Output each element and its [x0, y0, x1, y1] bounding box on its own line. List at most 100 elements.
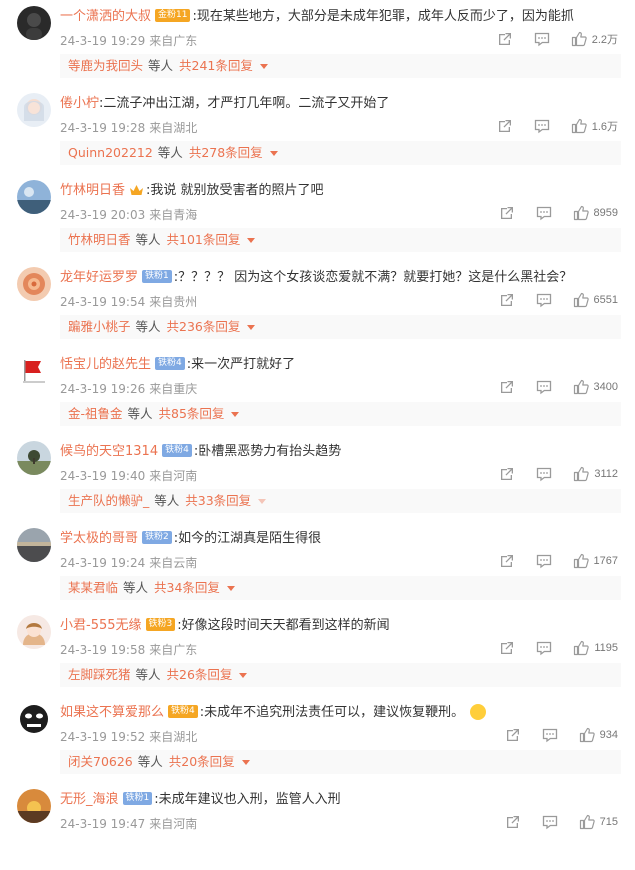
like-button[interactable] — [578, 813, 596, 831]
fan-badge[interactable]: 铁粉1 — [122, 792, 153, 805]
avatar-image — [17, 789, 51, 823]
reply-username[interactable]: 生产队的懒驴_ — [68, 493, 149, 508]
reply-summary[interactable]: 蹁雅小桃子 等人 共236条回复 — [60, 315, 621, 339]
reply-summary[interactable]: 某某君临 等人 共34条回复 — [60, 576, 621, 600]
reply-count-link[interactable]: 共20条回复 — [169, 754, 235, 769]
share-button[interactable] — [498, 378, 516, 396]
like-button[interactable] — [572, 378, 590, 396]
reply-count-link[interactable]: 共278条回复 — [189, 145, 263, 160]
chevron-down-icon[interactable] — [259, 64, 268, 69]
fan-badge[interactable]: 铁粉2 — [142, 531, 172, 544]
reply-summary[interactable]: 竹林明日香 等人 共101条回复 — [60, 228, 621, 252]
reply-button[interactable] — [541, 813, 559, 831]
comment-source: 来自重庆 — [149, 382, 198, 396]
username-link[interactable]: 无形_海浪 — [60, 792, 119, 807]
avatar[interactable] — [17, 615, 51, 649]
comment-line: 学太极的哥哥 铁粉2:如今的江湖真是陌生得很 — [60, 529, 621, 549]
avatar[interactable] — [17, 93, 51, 127]
comment-source: 来自云南 — [149, 556, 198, 570]
like-button[interactable] — [570, 117, 588, 135]
reply-username[interactable]: 等鹿为我回头 — [68, 58, 143, 73]
avatar[interactable] — [17, 354, 51, 388]
reply-count-link[interactable]: 共26条回复 — [167, 667, 233, 682]
username-link[interactable]: 学太极的哥哥 — [60, 531, 138, 546]
reply-count-link[interactable]: 共236条回复 — [167, 319, 241, 334]
username-link[interactable]: 倦小柠 — [60, 96, 99, 111]
reply-button[interactable] — [533, 117, 551, 135]
reply-button[interactable] — [541, 726, 559, 744]
fan-badge[interactable]: 铁粉4 — [162, 444, 192, 457]
avatar[interactable] — [17, 702, 51, 736]
reply-username[interactable]: 某某君临 — [68, 580, 118, 595]
share-button[interactable] — [504, 813, 522, 831]
fan-badge[interactable]: 铁粉4 — [168, 705, 198, 718]
reply-button[interactable] — [535, 204, 553, 222]
reply-username[interactable]: 闭关70626 — [68, 754, 133, 769]
fan-badge[interactable]: 铁粉4 — [155, 357, 185, 370]
chevron-down-icon[interactable] — [241, 760, 250, 765]
share-button[interactable] — [498, 204, 516, 222]
username-link[interactable]: 如果这不算爱那么 — [60, 705, 164, 720]
fan-badge[interactable]: 金粉11 — [155, 9, 191, 22]
share-button[interactable] — [498, 552, 516, 570]
avatar[interactable] — [17, 180, 51, 214]
like-button[interactable] — [572, 465, 590, 483]
share-button[interactable] — [498, 291, 516, 309]
like-count: 1195 — [594, 642, 618, 654]
reply-button[interactable] — [533, 30, 551, 48]
chevron-down-icon[interactable] — [247, 325, 256, 330]
username-link[interactable]: 候鸟的天空1314 — [60, 444, 158, 459]
reply-username[interactable]: 金-祖鲁金 — [68, 406, 123, 421]
reply-count-link[interactable]: 共34条回复 — [154, 580, 220, 595]
avatar[interactable] — [17, 528, 51, 562]
like-button[interactable] — [570, 30, 588, 48]
reply-summary[interactable]: 生产队的懒驴_ 等人 共33条回复 — [60, 489, 621, 513]
reply-button[interactable] — [535, 465, 553, 483]
reply-username[interactable]: 左脚踩死猪 — [68, 667, 131, 682]
share-button[interactable] — [498, 639, 516, 657]
reply-button[interactable] — [535, 378, 553, 396]
reply-username[interactable]: Quinn202212 — [68, 145, 153, 160]
comment-item: 龙年好运罗罗 铁粉1:？？？？ 因为这个女孩谈恋爱就不满？就要打她？这是什么黑社会… — [0, 261, 635, 348]
like-button[interactable] — [572, 204, 590, 222]
fan-badge[interactable]: 铁粉1 — [142, 270, 172, 283]
reply-summary[interactable]: 金-祖鲁金 等人 共85条回复 — [60, 402, 621, 426]
username-link[interactable]: 竹林明日香 — [60, 183, 125, 198]
chevron-down-icon[interactable] — [239, 673, 248, 678]
share-button[interactable] — [496, 117, 514, 135]
reply-count-link[interactable]: 共85条回复 — [159, 406, 225, 421]
chevron-down-icon[interactable] — [269, 151, 278, 156]
username-link[interactable]: 一个潇洒的大叔 — [60, 9, 151, 24]
username-link[interactable]: 恬宝儿的赵先生 — [60, 357, 151, 372]
avatar[interactable] — [17, 441, 51, 475]
chevron-down-icon[interactable] — [231, 412, 240, 417]
reply-button[interactable] — [535, 291, 553, 309]
reply-button[interactable] — [535, 552, 553, 570]
like-button[interactable] — [578, 726, 596, 744]
chevron-down-icon[interactable] — [247, 238, 256, 243]
reply-count-link[interactable]: 共241条回复 — [179, 58, 253, 73]
reply-username[interactable]: 蹁雅小桃子 — [68, 319, 131, 334]
share-button[interactable] — [504, 726, 522, 744]
chevron-down-icon[interactable] — [226, 586, 235, 591]
avatar[interactable] — [17, 6, 51, 40]
share-button[interactable] — [496, 30, 514, 48]
like-button[interactable] — [572, 552, 590, 570]
avatar[interactable] — [17, 267, 51, 301]
reply-button[interactable] — [535, 639, 553, 657]
avatar[interactable] — [17, 789, 51, 823]
reply-count-link[interactable]: 共33条回复 — [185, 493, 251, 508]
fan-badge[interactable]: 铁粉3 — [145, 618, 176, 631]
reply-summary[interactable]: 闭关70626 等人 共20条回复 — [60, 750, 621, 774]
reply-username[interactable]: 竹林明日香 — [68, 232, 131, 247]
reply-summary[interactable]: 等鹿为我回头 等人 共241条回复 — [60, 54, 621, 78]
reply-summary[interactable]: Quinn202212 等人 共278条回复 — [60, 141, 621, 165]
reply-count-link[interactable]: 共101条回复 — [167, 232, 241, 247]
like-button[interactable] — [572, 291, 590, 309]
username-link[interactable]: 小君-555无缘 — [60, 618, 142, 633]
username-link[interactable]: 龙年好运罗罗 — [60, 270, 138, 285]
share-button[interactable] — [498, 465, 516, 483]
chevron-down-icon[interactable] — [258, 499, 267, 504]
like-button[interactable] — [572, 639, 590, 657]
reply-summary[interactable]: 左脚踩死猪 等人 共26条回复 — [60, 663, 621, 687]
